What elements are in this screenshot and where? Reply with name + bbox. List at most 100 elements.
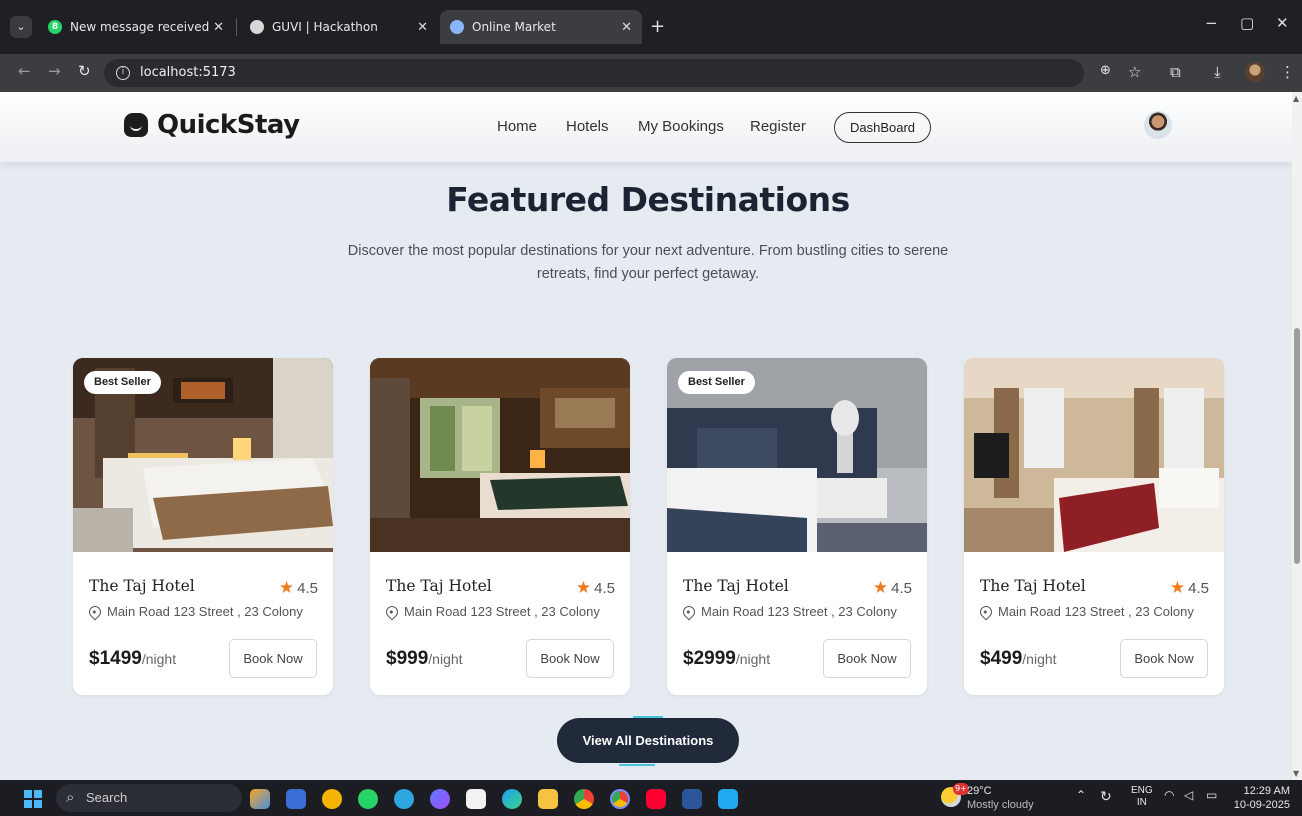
windows-taskbar: Search 9+ 29°C Mostly cloudy ⌃ ↻ ENG IN …: [0, 780, 1302, 816]
tab-search-menu-button[interactable]: ⌄: [10, 16, 32, 38]
back-arrow-icon[interactable]: ←: [18, 62, 31, 80]
restore-window-button[interactable]: ▢: [1240, 14, 1254, 32]
address-text: Main Road 123 Street , 23 Colony: [701, 604, 897, 619]
browser-profile-avatar[interactable]: [1245, 62, 1265, 82]
battery-icon[interactable]: ▭: [1206, 788, 1217, 802]
volume-icon[interactable]: ◁: [1184, 788, 1193, 802]
download-icon[interactable]: ⤓: [1214, 63, 1221, 81]
scrollbar-thumb[interactable]: [1294, 328, 1300, 564]
hotel-rating: ★ 4.5: [279, 578, 318, 598]
hotel-rating: ★ 4.5: [576, 578, 615, 598]
wifi-icon[interactable]: ◠: [1164, 788, 1174, 802]
location-pin-icon: [86, 603, 104, 620]
whatsapp-icon[interactable]: [358, 789, 378, 809]
close-tab-icon[interactable]: ✕: [621, 20, 632, 35]
notification-count-icon: 8: [48, 20, 62, 34]
scroll-up-arrow-icon[interactable]: ▲: [1293, 94, 1299, 103]
taskbar-search[interactable]: Search: [56, 784, 242, 812]
system-clock[interactable]: 12:29 AM 10-09-2025: [1232, 784, 1290, 812]
page-scrollbar[interactable]: ▲ ▼: [1292, 92, 1302, 780]
chrome-active-icon[interactable]: [610, 789, 630, 809]
new-tab-button[interactable]: +: [650, 16, 665, 37]
telegram-icon[interactable]: [394, 789, 414, 809]
hotel-address: Main Road 123 Street , 23 Colony: [680, 603, 897, 620]
hotel-name: The Taj Hotel: [980, 577, 1086, 595]
hotel-name: The Taj Hotel: [89, 577, 195, 595]
rating-value: 4.5: [1188, 579, 1209, 597]
hotel-card[interactable]: Best Seller The Taj Hotel ★ 4.5 Main Road…: [73, 358, 333, 695]
location-pin-icon: [383, 603, 401, 620]
minimize-window-button[interactable]: −: [1205, 14, 1218, 32]
close-window-button[interactable]: ✕: [1276, 14, 1289, 32]
zoom-icon[interactable]: ⊕: [1100, 63, 1111, 78]
nav-link-my-bookings[interactable]: My Bookings: [638, 118, 724, 135]
browser-tab-guvi[interactable]: GUVI | Hackathon ✕: [240, 12, 438, 42]
best-seller-badge: Best Seller: [84, 371, 161, 394]
hotel-card[interactable]: The Taj Hotel ★ 4.5 Main Road 123 Street …: [964, 358, 1224, 695]
hotel-card[interactable]: Best Seller The Taj Hotel ★ 4.5 Main Road…: [667, 358, 927, 695]
hotel-name: The Taj Hotel: [683, 577, 789, 595]
bookmark-star-icon[interactable]: ☆: [1128, 63, 1141, 81]
book-now-button[interactable]: Book Now: [823, 639, 911, 678]
rating-value: 4.5: [594, 579, 615, 597]
word-icon[interactable]: [682, 789, 702, 809]
price-unit: /night: [735, 651, 771, 667]
site-info-icon[interactable]: i: [116, 66, 130, 80]
user-avatar[interactable]: [1144, 111, 1172, 139]
hotel-card[interactable]: The Taj Hotel ★ 4.5 Main Road 123 Street …: [370, 358, 630, 695]
vscode-icon[interactable]: [718, 789, 738, 809]
infinity-app-icon[interactable]: [322, 789, 342, 809]
price-unit: /night: [1022, 651, 1057, 667]
book-now-button[interactable]: Book Now: [1120, 639, 1208, 678]
section-subtitle: Discover the most popular destinations f…: [347, 243, 949, 282]
book-now-button[interactable]: Book Now: [229, 639, 317, 678]
assistant-app-icon[interactable]: [430, 789, 450, 809]
reload-icon[interactable]: ↻: [78, 62, 91, 80]
clock-time: 12:29 AM: [1243, 785, 1290, 797]
hotel-name: The Taj Hotel: [386, 577, 492, 595]
close-tab-icon[interactable]: ✕: [213, 20, 224, 35]
nav-link-register[interactable]: Register: [750, 118, 806, 135]
hotel-address: Main Road 123 Street , 23 Colony: [86, 603, 303, 620]
brand-name: QuickStay: [157, 110, 300, 140]
youtube-icon[interactable]: [646, 789, 666, 809]
rating-value: 4.5: [297, 579, 318, 597]
hotel-price: $2999/night: [683, 648, 770, 670]
edge-browser-icon[interactable]: [502, 789, 522, 809]
browser-tab-online-market[interactable]: Online Market ✕: [440, 10, 642, 44]
file-explorer-icon[interactable]: [538, 789, 558, 809]
chrome-icon[interactable]: [574, 789, 594, 809]
price-unit: /night: [141, 651, 177, 667]
book-now-button[interactable]: Book Now: [526, 639, 614, 678]
close-tab-icon[interactable]: ✕: [417, 20, 428, 35]
copilot-app-icon[interactable]: [250, 789, 270, 809]
address-text: Main Road 123 Street , 23 Colony: [107, 604, 303, 619]
globe-icon: [250, 20, 264, 34]
chatgpt-icon[interactable]: [466, 789, 486, 809]
browser-toolbar: ← → ↻ i localhost:5173 ⊕ ☆ ⧉ ⤓ ⋮: [0, 54, 1302, 92]
browser-tab-whatsapp[interactable]: 8 New message received ✕: [38, 12, 234, 42]
region-code: IN: [1136, 797, 1147, 808]
hotel-rating: ★ 4.5: [873, 578, 912, 598]
view-all-destinations-button[interactable]: View All Destinations: [557, 716, 739, 766]
site-navbar: QuickStay Home Hotels My Bookings Regist…: [0, 92, 1292, 162]
price-amount: $1499: [89, 648, 142, 669]
browser-menu-icon[interactable]: ⋮: [1280, 63, 1295, 81]
hotel-room-photo: [370, 358, 630, 552]
show-hidden-icons-chevron-icon[interactable]: ⌃: [1076, 788, 1086, 802]
address-text: Main Road 123 Street , 23 Colony: [998, 604, 1194, 619]
windows-start-icon[interactable]: [24, 790, 42, 808]
sync-icon[interactable]: ↻: [1100, 788, 1112, 805]
forward-arrow-icon[interactable]: →: [48, 62, 61, 80]
nav-link-hotels[interactable]: Hotels: [566, 118, 609, 135]
language-indicator[interactable]: ENG IN: [1131, 785, 1153, 809]
keyboard-app-icon[interactable]: [286, 789, 306, 809]
scroll-down-arrow-icon[interactable]: ▼: [1293, 769, 1299, 778]
hotel-price: $999/night: [386, 648, 463, 670]
tab-divider: [236, 18, 237, 36]
site-logo[interactable]: QuickStay: [124, 110, 300, 140]
dashboard-button[interactable]: DashBoard: [834, 112, 931, 143]
extensions-icon[interactable]: ⧉: [1170, 63, 1181, 81]
nav-link-home[interactable]: Home: [497, 118, 537, 135]
address-bar[interactable]: i localhost:5173: [104, 59, 1084, 87]
